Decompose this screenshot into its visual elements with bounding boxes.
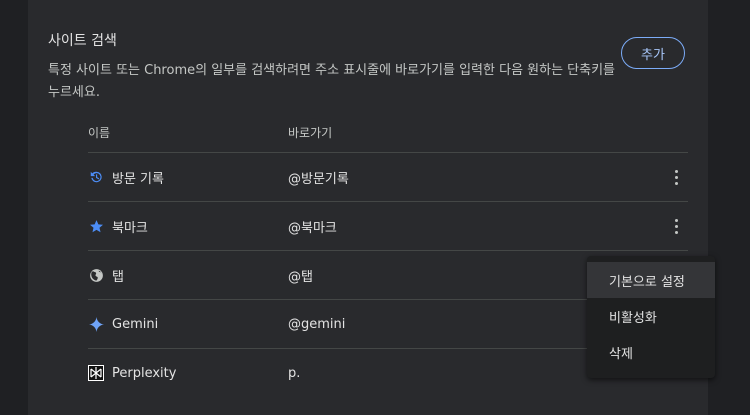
menu-item-make-default[interactable]: 기본으로 설정 — [587, 262, 715, 298]
row-name: Perplexity — [112, 365, 177, 381]
row-name: 탭 — [112, 269, 124, 285]
row-shortcut: @방문기록 — [288, 171, 349, 187]
menu-item-deactivate[interactable]: 비활성화 — [587, 298, 715, 334]
site-search-description: 특정 사이트 또는 Chrome의 일부를 검색하려면 주소 표시줄에 바로가기… — [48, 63, 616, 100]
add-button[interactable]: 추가 — [621, 37, 685, 69]
site-search-title: 사이트 검색 — [48, 33, 117, 49]
globe-icon — [88, 267, 104, 283]
context-menu: 기본으로 설정 비활성화 삭제 — [587, 256, 715, 378]
table-header: 이름 바로가기 — [88, 112, 688, 153]
history-icon — [88, 169, 104, 185]
star-icon — [88, 218, 104, 234]
gemini-sparkle-icon — [88, 316, 104, 332]
column-header-shortcut: 바로가기 — [288, 125, 333, 140]
row-shortcut: @북마크 — [288, 220, 337, 236]
site-search-card: 사이트 검색 특정 사이트 또는 Chrome의 일부를 검색하려면 주소 표시… — [28, 0, 715, 415]
row-name: 방문 기록 — [112, 171, 164, 187]
row-name: Gemini — [112, 316, 159, 332]
column-header-name: 이름 — [88, 125, 111, 140]
perplexity-logo-icon — [88, 365, 104, 381]
table-row-bookmarks: 북마크 @북마크 — [88, 202, 688, 251]
row-name: 북마크 — [112, 220, 148, 236]
table-row-history: 방문 기록 @방문기록 — [88, 153, 688, 202]
more-actions-button[interactable] — [664, 214, 688, 238]
menu-item-delete[interactable]: 삭제 — [587, 334, 715, 370]
more-actions-button[interactable] — [664, 165, 688, 189]
